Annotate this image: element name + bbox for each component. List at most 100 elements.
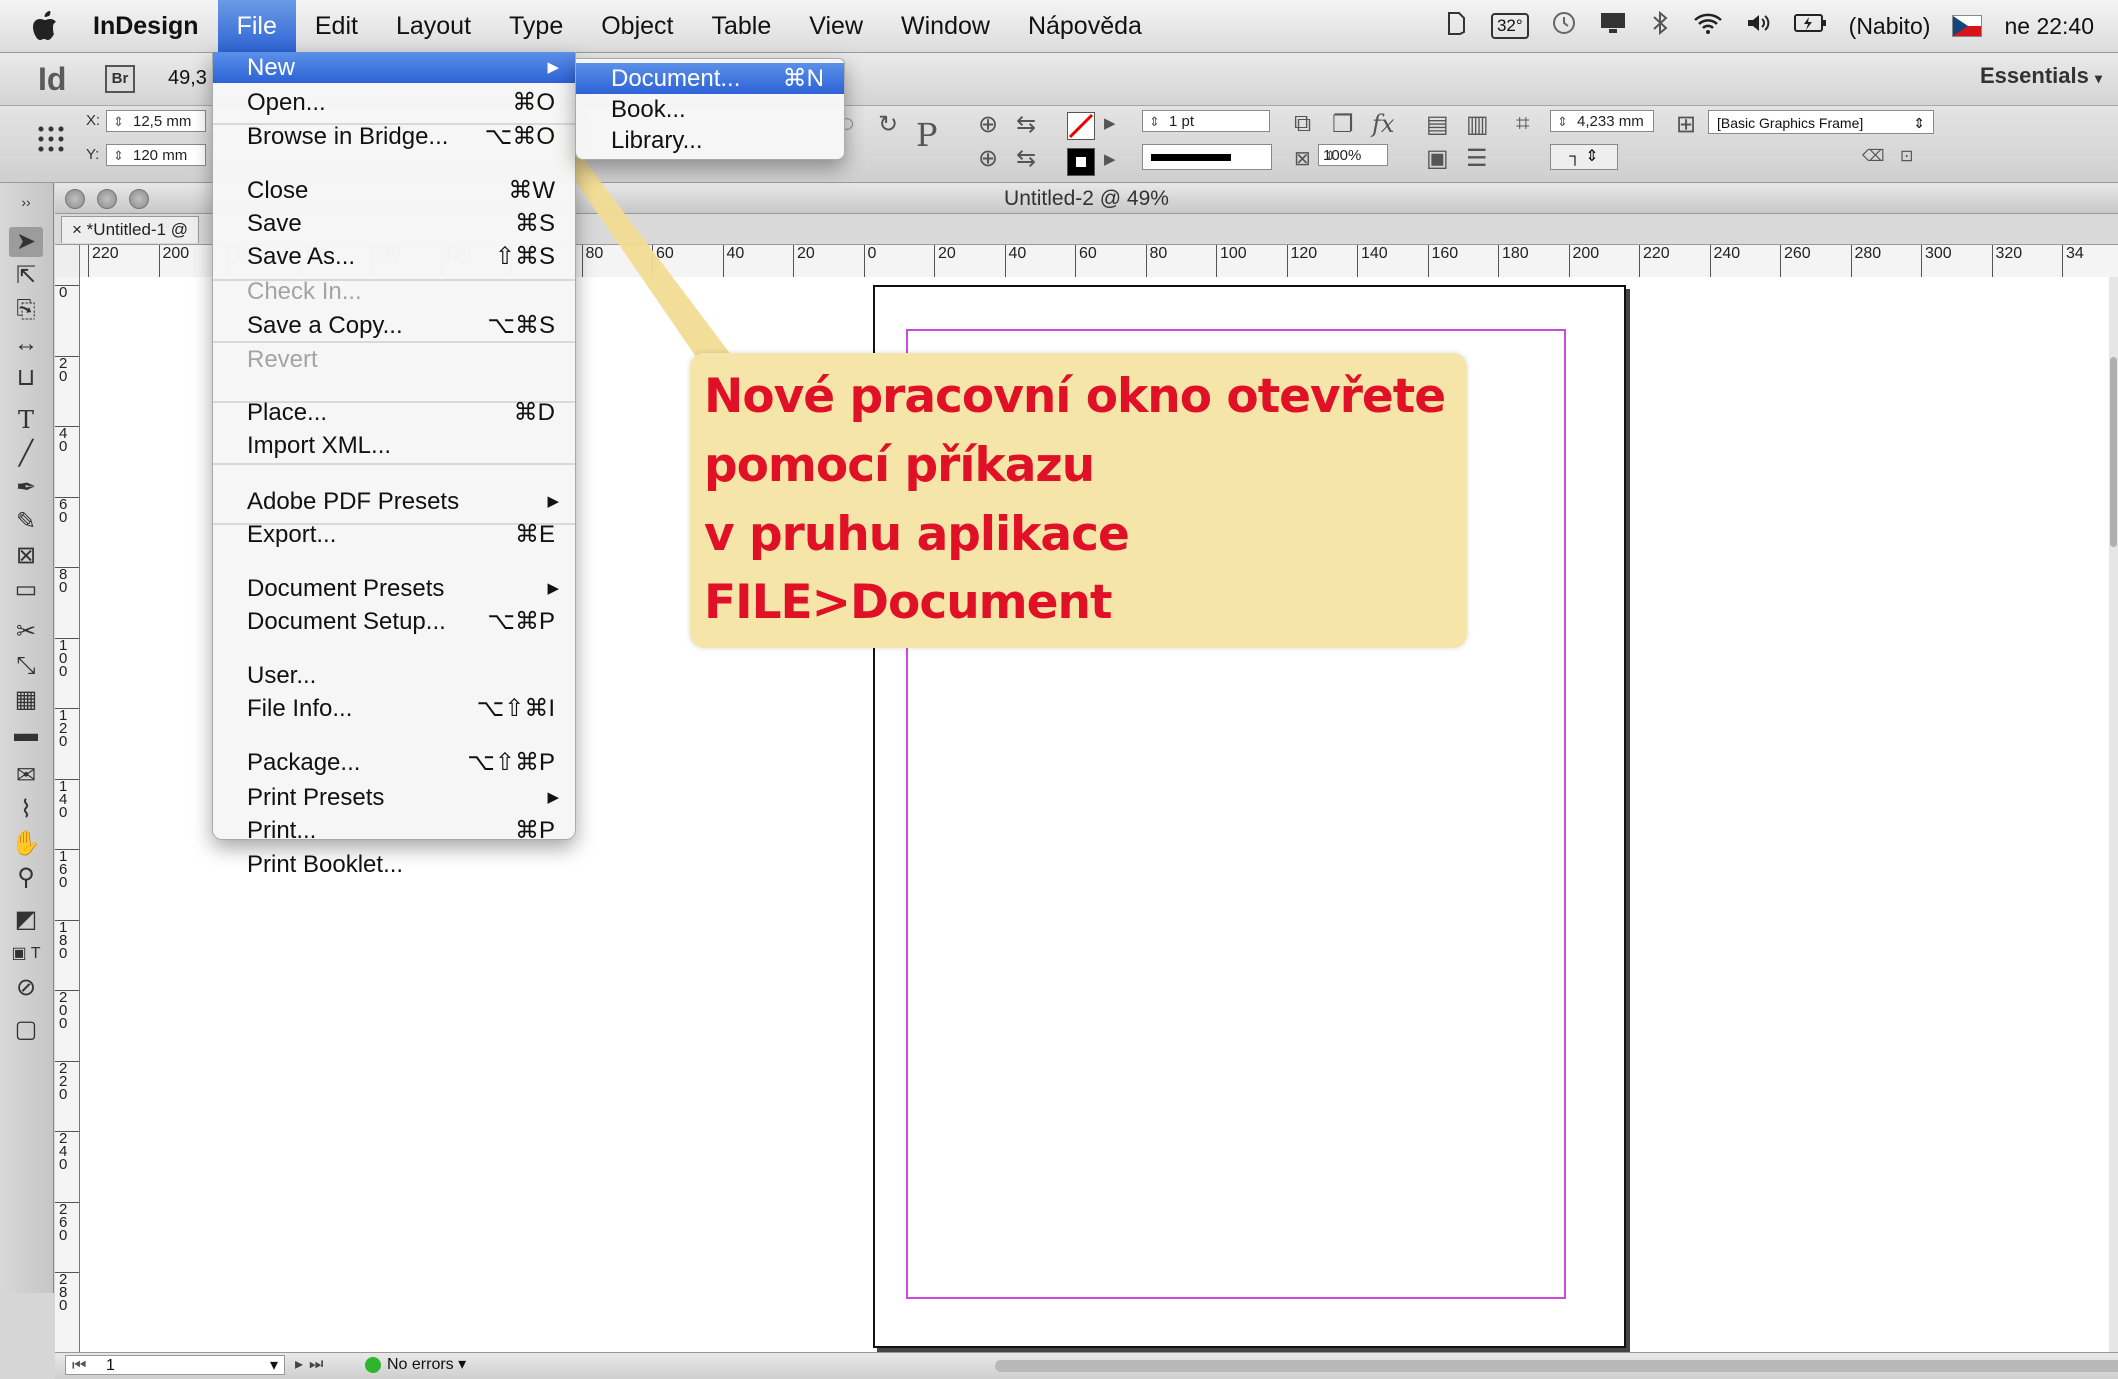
page-tool-icon[interactable]: ⎘ bbox=[9, 295, 43, 325]
file-menu-item-document-setup[interactable]: Document Setup... ⌥⌘P bbox=[213, 606, 575, 637]
screen-mode-icon[interactable]: ▢ bbox=[9, 1015, 43, 1045]
close-icon[interactable]: × bbox=[72, 220, 82, 239]
clock[interactable]: ne 22:40 bbox=[2004, 13, 2094, 40]
corner-options-icon[interactable]: ⌗ bbox=[1516, 110, 1530, 138]
time-machine-icon[interactable] bbox=[1551, 10, 1577, 42]
select-next-icon[interactable]: ⇆ bbox=[1016, 144, 1036, 173]
workspace-switcher[interactable]: Essentials ▾ bbox=[1980, 63, 2102, 89]
file-menu-item-package[interactable]: Package... ⌥⇧⌘P bbox=[213, 747, 575, 778]
preflight-status[interactable]: No errors ▾ bbox=[365, 1355, 466, 1375]
menu-indesign[interactable]: InDesign bbox=[74, 0, 218, 52]
menu-edit[interactable]: Edit bbox=[296, 0, 377, 52]
apple-icon[interactable] bbox=[16, 0, 74, 52]
rectangle-frame-tool-icon[interactable]: ⊠ bbox=[9, 541, 43, 571]
dimension-field[interactable]: 4,233 mm bbox=[1550, 110, 1654, 133]
note-tool-icon[interactable]: ✉ bbox=[9, 761, 43, 791]
new-submenu-item-document[interactable]: Document... ⌘N bbox=[576, 63, 844, 94]
play-arrow-icon[interactable]: ▶ bbox=[1104, 114, 1116, 132]
file-menu-item-save-as[interactable]: Save As... ⇧⌘S bbox=[213, 241, 575, 272]
hand-tool-icon[interactable]: ✋ bbox=[9, 829, 43, 859]
distribute-icon[interactable]: ☰ bbox=[1466, 144, 1488, 173]
align-center-icon[interactable]: ▣ bbox=[1426, 144, 1449, 173]
free-transform-tool-icon[interactable]: ⤡ bbox=[9, 651, 43, 681]
zoom-level[interactable]: 49,3 bbox=[168, 67, 207, 90]
wifi-icon[interactable] bbox=[1693, 11, 1723, 41]
new-style-icon[interactable]: ⊡ bbox=[1900, 146, 1913, 166]
menu-table[interactable]: Table bbox=[693, 0, 791, 52]
tab-untitled-1[interactable]: × *Untitled-1 @ bbox=[61, 216, 200, 243]
display-icon[interactable] bbox=[1599, 11, 1627, 41]
type-tool-icon[interactable]: T bbox=[9, 405, 43, 435]
selection-tool-icon[interactable]: ➤ bbox=[9, 227, 43, 257]
gradient-swatch-tool-icon[interactable]: ▦ bbox=[9, 685, 43, 715]
text-wrap-icon[interactable]: ▤ bbox=[1426, 110, 1449, 139]
page-nav-icons[interactable]: ▸⏭ bbox=[295, 1354, 329, 1374]
corner-shape-select[interactable]: ┐ ⇕ bbox=[1550, 144, 1618, 170]
zoom-tool-icon[interactable]: ⚲ bbox=[9, 863, 43, 893]
vertical-ruler[interactable]: 0 20 40 60 80 100 120 140 160 180 200 220 240 260 280 bbox=[55, 277, 80, 1355]
file-menu-item-user[interactable]: User... bbox=[213, 660, 575, 691]
file-menu-item-adobe-pdf-presets[interactable]: Adobe PDF Presets ▶ bbox=[213, 486, 575, 517]
scale-field[interactable]: 100% bbox=[1318, 144, 1388, 167]
file-menu-item-import-xml[interactable]: Import XML... bbox=[213, 430, 575, 461]
file-menu-item-save-a-copy[interactable]: Save a Copy... ⌥⌘S bbox=[213, 310, 575, 341]
battery-icon[interactable] bbox=[1793, 12, 1827, 40]
y-position-field[interactable]: 120 mm bbox=[106, 144, 206, 167]
menu-view[interactable]: View bbox=[790, 0, 882, 52]
object-style-icon[interactable]: ⊞ bbox=[1676, 110, 1696, 139]
menu-layout[interactable]: Layout bbox=[377, 0, 490, 52]
eyedropper-tool-icon[interactable]: ⌇ bbox=[9, 795, 43, 825]
play-arrow-icon[interactable]: ▶ bbox=[1104, 150, 1116, 168]
direct-selection-tool-icon[interactable]: ⇱ bbox=[9, 261, 43, 291]
line-tool-icon[interactable]: ╱ bbox=[9, 439, 43, 469]
first-page-icon[interactable]: ⏮ bbox=[72, 1356, 86, 1376]
new-submenu-item-library[interactable]: Library... bbox=[576, 125, 844, 156]
chevron-down-icon[interactable]: ▾ bbox=[270, 1356, 278, 1376]
file-menu-item-close[interactable]: Close ⌘W bbox=[213, 175, 575, 206]
menu-help[interactable]: Nápověda bbox=[1009, 0, 1161, 52]
pen-tool-icon[interactable]: ✒ bbox=[9, 473, 43, 503]
file-menu-item-new[interactable]: New ▶ bbox=[213, 52, 575, 84]
new-submenu-item-book[interactable]: Book... bbox=[576, 94, 844, 125]
collapse-panel-icon[interactable]: ›› bbox=[9, 187, 43, 217]
file-menu-item-document-presets[interactable]: Document Presets ▶ bbox=[213, 573, 575, 604]
bluetooth-icon[interactable] bbox=[1649, 10, 1671, 42]
fill-swatch-icon[interactable] bbox=[1067, 112, 1095, 140]
scissors-tool-icon[interactable]: ✂ bbox=[9, 617, 43, 647]
vertical-scrollbar[interactable] bbox=[2109, 277, 2118, 1352]
select-previous-icon[interactable]: ⇆ bbox=[1016, 110, 1036, 139]
horizontal-scrollbar[interactable] bbox=[995, 1360, 2118, 1372]
flip-p-icon[interactable]: P bbox=[916, 116, 938, 154]
content-collector-icon[interactable]: ⊔ bbox=[9, 363, 43, 393]
align-icon[interactable]: ▥ bbox=[1466, 110, 1489, 139]
file-menu-item-print[interactable]: Print... ⌘P bbox=[213, 815, 575, 846]
pencil-tool-icon[interactable]: ✎ bbox=[9, 507, 43, 537]
evernote-icon[interactable] bbox=[1443, 10, 1469, 42]
file-menu-item-open[interactable]: Open... ⌘O bbox=[213, 87, 575, 118]
fill-stroke-icon[interactable]: ◩ bbox=[9, 905, 43, 935]
object-style-select[interactable]: [Basic Graphics Frame] ⇕ bbox=[1708, 110, 1934, 134]
formatting-affects-icon[interactable]: ▣ T bbox=[9, 939, 43, 969]
menu-type[interactable]: Type bbox=[490, 0, 582, 52]
drop-shadow-icon[interactable]: ❐ bbox=[1332, 110, 1354, 139]
temperature-badge[interactable]: 32° bbox=[1490, 13, 1529, 39]
ruler-origin[interactable] bbox=[55, 245, 80, 278]
frame-fitting-icon[interactable]: ⧉ bbox=[1294, 110, 1311, 138]
czech-flag-icon[interactable] bbox=[1952, 15, 1983, 37]
file-menu-item-print-presets[interactable]: Print Presets ▶ bbox=[213, 782, 575, 813]
stroke-swatch-icon[interactable] bbox=[1067, 148, 1095, 176]
file-menu-item-browse-in-bridge[interactable]: Browse in Bridge... ⌥⌘O bbox=[213, 121, 575, 152]
file-menu-item-save[interactable]: Save ⌘S bbox=[213, 208, 575, 239]
clear-overrides-icon[interactable]: ⌫ bbox=[1862, 146, 1885, 166]
file-menu-item-file-info[interactable]: File Info... ⌥⇧⌘I bbox=[213, 693, 575, 724]
apply-none-icon[interactable]: ⊘ bbox=[9, 973, 43, 1003]
menu-window[interactable]: Window bbox=[882, 0, 1009, 52]
bridge-button[interactable]: Br bbox=[105, 65, 135, 93]
menu-file[interactable]: File bbox=[217, 0, 296, 52]
x-position-field[interactable]: 12,5 mm bbox=[106, 110, 206, 133]
rotate-cw-icon[interactable]: ↻ bbox=[878, 110, 898, 139]
gradient-feather-tool-icon[interactable]: ▬ bbox=[9, 719, 43, 749]
effects-fx-icon[interactable]: fx bbox=[1372, 110, 1394, 138]
stroke-type-select[interactable] bbox=[1142, 144, 1272, 170]
rectangle-tool-icon[interactable]: ▭ bbox=[9, 575, 43, 605]
